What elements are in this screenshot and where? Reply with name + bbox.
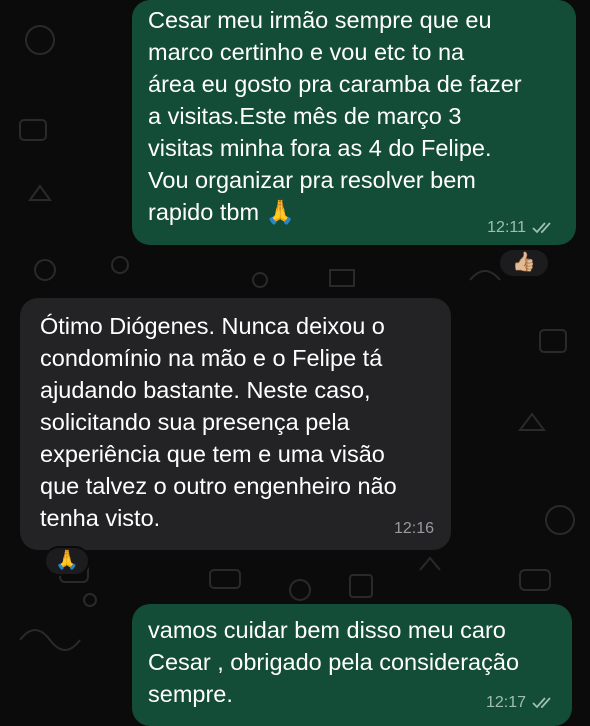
reaction-badge[interactable]: 👍🏼 (498, 248, 550, 278)
thumbs-up-icon: 👍🏼 (512, 252, 536, 273)
message-time: 12:17 (485, 694, 526, 711)
message-time: 12:11 (487, 219, 526, 236)
message-bubble-incoming[interactable]: Ótimo Diógenes. Nunca deixou o condomíni… (20, 298, 451, 550)
double-check-icon (532, 697, 551, 709)
message-text: Ótimo Diógenes. Nunca deixou o condomíni… (40, 313, 397, 531)
reaction-badge[interactable]: 🙏 (44, 546, 90, 576)
message-meta: 12:16 (394, 520, 434, 538)
praying-hands-icon: 🙏 (55, 550, 79, 571)
message-time: 12:16 (393, 520, 434, 537)
message-text: Cesar meu irmão sempre que eu marco cert… (148, 7, 522, 225)
message-bubble-outgoing[interactable]: Cesar meu irmão sempre que eu marco cert… (132, 0, 576, 245)
double-check-icon (532, 222, 551, 234)
message-meta: 12:17 (486, 694, 554, 712)
message-meta: 12:11 (487, 219, 554, 237)
message-bubble-outgoing[interactable]: vamos cuidar bem disso meu caro Cesar , … (132, 604, 572, 726)
